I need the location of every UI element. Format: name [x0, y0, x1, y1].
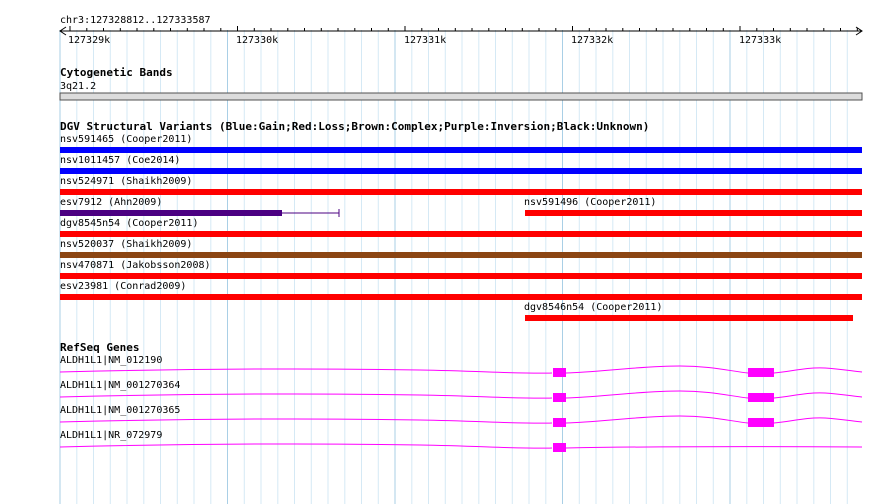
cytoband-bar [59, 92, 863, 101]
variant-bar-nsv1011457 [60, 168, 862, 174]
gene-label-nm-012190[interactable]: ALDH1L1|NM_012190 [60, 355, 162, 367]
variant-label-nsv591465[interactable]: nsv591465 (Cooper2011) [60, 134, 192, 146]
variant-label-esv7912[interactable]: esv7912 (Ahn2009) [60, 197, 162, 209]
gene-intron-nm-001270364 [59, 390, 863, 399]
variant-label-nsv524971[interactable]: nsv524971 (Shaikh2009) [60, 176, 192, 188]
variant-bar-nsv520037 [60, 252, 862, 258]
gene-intron-nm-001270365 [59, 415, 863, 424]
gene-label-nm-001270364[interactable]: ALDH1L1|NM_001270364 [60, 380, 180, 392]
gene-intron-nm-012190 [59, 365, 863, 374]
variant-label-dgv8546n54[interactable]: dgv8546n54 (Cooper2011) [524, 302, 662, 314]
variant-bar-dgv8545n54 [60, 231, 862, 237]
region-label: chr3:127328812..127333587 [60, 15, 211, 26]
ruler-tick-label-127332k: 127332k [571, 35, 614, 46]
variant-label-nsv1011457[interactable]: nsv1011457 (Coe2014) [60, 155, 180, 167]
ruler-tick-label-127330k: 127330k [236, 35, 279, 46]
gene-exon-nm-001270364 [748, 393, 774, 402]
gene-exon-nm-012190 [553, 368, 566, 377]
cytoband-track-title: Cytogenetic Bands [60, 66, 173, 79]
gene-intron-nr-072979 [59, 443, 863, 449]
variant-bar-esv7912 [60, 210, 282, 216]
gene-label-nm-001270365[interactable]: ALDH1L1|NM_001270365 [60, 405, 180, 417]
variant-bar-nsv591496 [525, 210, 862, 216]
variant-bar-nsv524971 [60, 189, 862, 195]
gene-exon-nm-001270364 [553, 393, 566, 402]
variant-bar-nsv470871 [60, 273, 862, 279]
ruler-tick-label-127329k: 127329k [68, 35, 111, 46]
variant-label-nsv520037[interactable]: nsv520037 (Shaikh2009) [60, 239, 192, 251]
gene-exon-nm-001270365 [553, 418, 566, 427]
variant-bar-esv23981 [60, 294, 862, 300]
variant-bar-dgv8546n54 [525, 315, 853, 321]
ruler-tick-label-127333k: 127333k [739, 35, 782, 46]
gene-exon-nm-012190 [748, 368, 774, 377]
variant-label-esv23981[interactable]: esv23981 (Conrad2009) [60, 281, 186, 293]
dgv-track-title: DGV Structural Variants (Blue:Gain;Red:L… [60, 120, 650, 133]
cytoband-label: 3q21.2 [60, 81, 97, 92]
variant-label-nsv470871[interactable]: nsv470871 (Jakobsson2008) [60, 260, 211, 272]
gene-exon-nm-001270365 [748, 418, 774, 427]
gene-exon-nr-072979 [553, 443, 566, 452]
ruler-tick-label-127331k: 127331k [404, 35, 447, 46]
refseq-track-title: RefSeq Genes [60, 341, 140, 354]
variant-label-nsv591496[interactable]: nsv591496 (Cooper2011) [524, 197, 656, 209]
variant-bar-nsv591465 [60, 147, 862, 153]
variant-label-dgv8545n54[interactable]: dgv8545n54 (Cooper2011) [60, 218, 198, 230]
gene-label-nr-072979[interactable]: ALDH1L1|NR_072979 [60, 430, 162, 442]
